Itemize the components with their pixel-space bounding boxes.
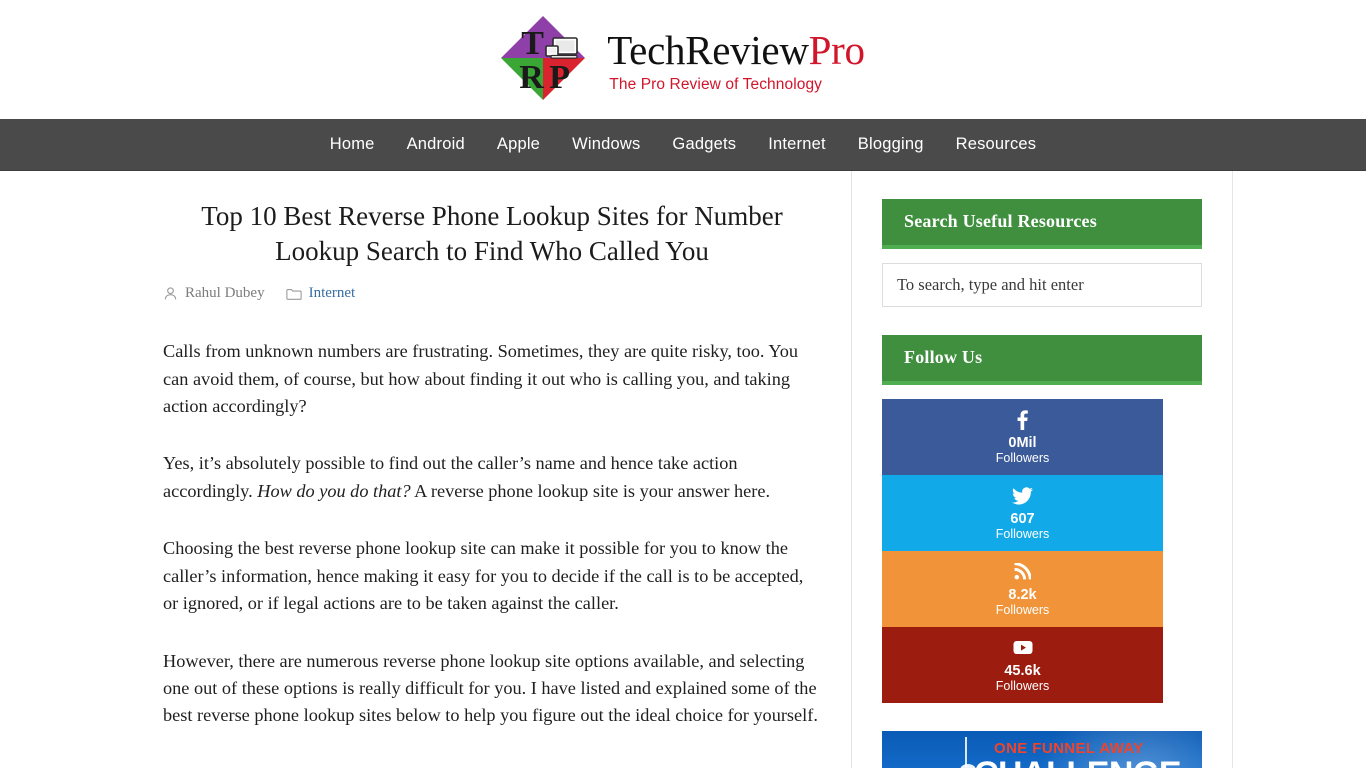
social-count: 45.6k — [1004, 662, 1041, 679]
social-count: 8.2k — [1008, 586, 1037, 603]
brand-pro: Pro — [808, 27, 865, 74]
paragraph-text: Choosing the best reverse phone lookup s… — [163, 538, 804, 614]
post-paragraph: Calls from unknown numbers are frustrati… — [163, 338, 821, 420]
brand-tech: Tech — [607, 27, 686, 74]
logo-letter-t: T — [521, 24, 544, 62]
nav-item-android[interactable]: Android — [391, 135, 481, 154]
social-box-rss[interactable]: 8.2k Followers — [882, 551, 1163, 627]
social-follow-stack: 0Mil Followers 607 Followers 8.2k Follow… — [882, 399, 1163, 703]
nav-item-blogging[interactable]: Blogging — [842, 135, 940, 154]
brand-text: TechReviewPro The Pro Review of Technolo… — [607, 25, 865, 93]
post-category-link[interactable]: Internet — [309, 285, 356, 302]
trp-diamond-logo-icon: T R P — [495, 11, 593, 109]
nav-item-gadgets[interactable]: Gadgets — [656, 135, 752, 154]
page-body: Top 10 Best Reverse Phone Lookup Sites f… — [0, 171, 1366, 768]
rss-icon — [1014, 562, 1031, 582]
folder-icon — [285, 287, 302, 301]
site-logo[interactable]: T R P TechReviewPro The Pro Review of Te… — [495, 11, 865, 109]
nav-item-apple[interactable]: Apple — [481, 135, 556, 154]
social-box-youtube[interactable]: 45.6k Followers — [882, 627, 1163, 703]
post-paragraph: However, there are numerous reverse phon… — [163, 648, 821, 730]
paragraph-text: However, there are numerous reverse phon… — [163, 650, 818, 726]
sidebar: Search Useful Resources Follow Us 0Mil F… — [852, 171, 1232, 768]
brand-review: Review — [685, 27, 809, 74]
search-input[interactable] — [882, 263, 1202, 307]
logo-letter-p: P — [549, 58, 571, 96]
widget-title-search: Search Useful Resources — [882, 199, 1202, 249]
widget-follow-us: Follow Us 0Mil Followers 607 Followers 8… — [882, 335, 1202, 703]
post-author: Rahul Dubey — [185, 285, 265, 302]
paragraph-text: A reverse phone lookup site is your answ… — [410, 480, 771, 501]
twitter-icon — [1012, 486, 1033, 506]
content-container: Top 10 Best Reverse Phone Lookup Sites f… — [133, 171, 1233, 768]
social-box-facebook[interactable]: 0Mil Followers — [882, 399, 1163, 475]
social-label: Followers — [995, 679, 1050, 694]
logo-letter-r: R — [519, 58, 544, 96]
social-count: 0Mil — [1008, 434, 1037, 451]
nav-item-internet[interactable]: Internet — [752, 135, 842, 154]
main-navigation: Home Android Apple Windows Gadgets Inter… — [0, 119, 1366, 171]
paragraph-text: Calls from unknown numbers are frustrati… — [163, 341, 799, 416]
brand-tagline: The Pro Review of Technology — [609, 75, 823, 93]
social-label: Followers — [995, 603, 1050, 618]
facebook-icon — [1017, 410, 1028, 430]
banner-headline-main: CHALLENGE — [974, 755, 1182, 768]
article-column: Top 10 Best Reverse Phone Lookup Sites f… — [133, 171, 852, 768]
page-title: Top 10 Best Reverse Phone Lookup Sites f… — [201, 201, 783, 266]
paragraph-emphasis: How do you do that? — [257, 480, 411, 501]
widget-search: Search Useful Resources — [882, 199, 1202, 307]
social-label: Followers — [995, 451, 1050, 466]
post-meta: Rahul Dubey Internet — [163, 285, 821, 302]
social-label: Followers — [995, 527, 1050, 542]
meta-category-group: Internet — [285, 285, 356, 302]
user-icon — [163, 286, 178, 301]
widget-banner-ad: ONE FUNNEL AWAY CHALLENGE — [882, 731, 1202, 768]
laptop-icon — [545, 36, 579, 59]
nav-list: Home Android Apple Windows Gadgets Inter… — [314, 135, 1053, 154]
post-paragraph: Yes, it’s absolutely possible to find ou… — [163, 450, 821, 505]
banner-ad-one-funnel-away[interactable]: ONE FUNNEL AWAY CHALLENGE — [882, 731, 1202, 768]
brand-title: TechReviewPro — [607, 27, 865, 74]
youtube-icon — [1013, 638, 1033, 658]
social-count: 607 — [1010, 510, 1035, 527]
social-box-twitter[interactable]: 607 Followers — [882, 475, 1163, 551]
site-header: T R P TechReviewPro The Pro Review of Te… — [0, 0, 1366, 119]
post-content: Calls from unknown numbers are frustrati… — [163, 338, 821, 730]
nav-item-home[interactable]: Home — [314, 135, 391, 154]
meta-author-group: Rahul Dubey — [163, 285, 265, 302]
nav-item-resources[interactable]: Resources — [940, 135, 1053, 154]
widget-title-follow: Follow Us — [882, 335, 1202, 385]
post-paragraph: Choosing the best reverse phone lookup s… — [163, 535, 821, 617]
nav-item-windows[interactable]: Windows — [556, 135, 656, 154]
